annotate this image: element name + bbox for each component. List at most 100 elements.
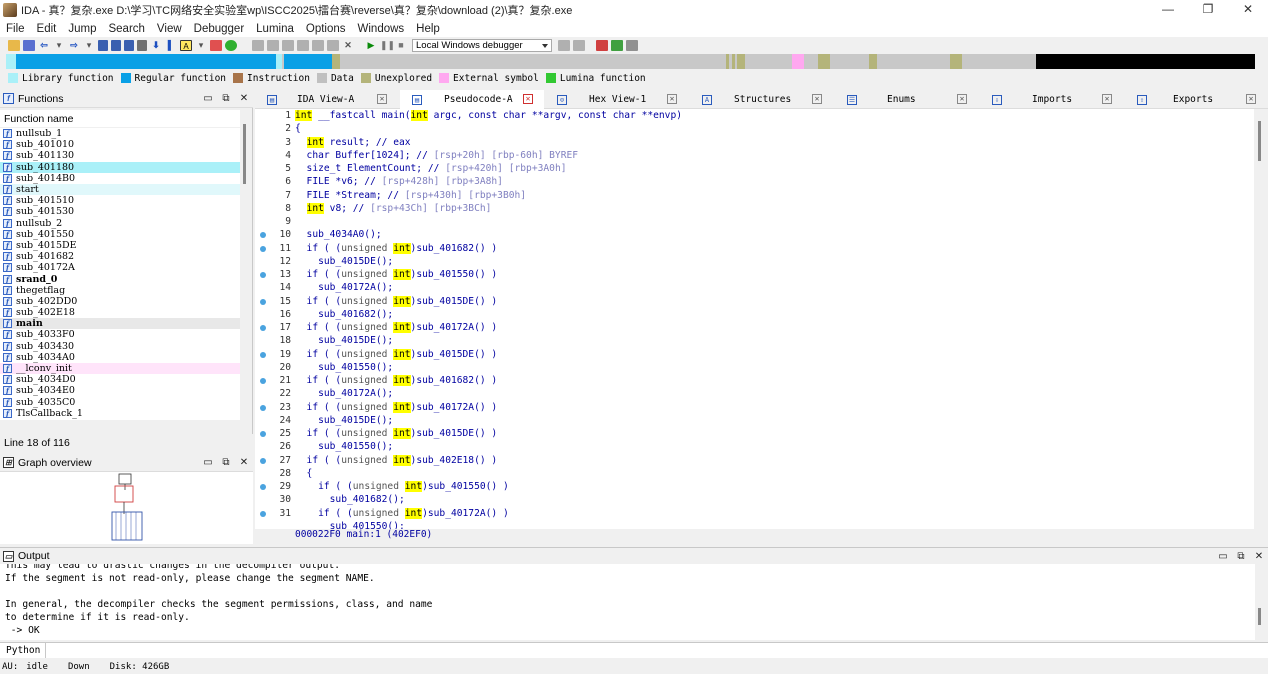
menu-lumina[interactable]: Lumina xyxy=(256,23,294,35)
dropdown-icon[interactable]: ▾ xyxy=(195,40,207,51)
tab-close-icon[interactable]: ✕ xyxy=(523,94,533,104)
panel-close-icon[interactable]: ✕ xyxy=(239,93,249,104)
code-line[interactable]: 30 sub_401682(); xyxy=(255,493,1254,506)
jump-down-icon[interactable]: ⬇ xyxy=(150,40,162,51)
function-list-item[interactable]: f main xyxy=(0,318,240,330)
code-line[interactable]: 31 if ( (unsigned int)sub_40172A() ) xyxy=(255,507,1254,520)
breakpoint-dot-icon[interactable] xyxy=(260,245,266,252)
pseudocode-view[interactable]: 1 int __fastcall main(int argc, const cha… xyxy=(255,109,1254,529)
dropdown-icon[interactable]: ▾ xyxy=(83,40,95,51)
breakpoint-dot-icon[interactable] xyxy=(260,325,266,331)
code-line[interactable]: 5 size_t ElementCount; // [rsp+420h] [rb… xyxy=(255,162,1254,175)
breakpoint-dot-icon[interactable] xyxy=(260,378,266,384)
code-line[interactable]: 29 if ( (unsigned int)sub_401550() ) xyxy=(255,480,1254,493)
close-icon[interactable]: ✕ xyxy=(1228,0,1268,20)
menu-search[interactable]: Search xyxy=(108,23,144,35)
start-debug-icon[interactable]: ▶ xyxy=(365,40,377,51)
forward-arrow-icon[interactable]: ⇨ xyxy=(68,40,80,51)
panel-close-icon[interactable]: ✕ xyxy=(1254,551,1264,562)
breakpoint-dot-icon[interactable] xyxy=(260,457,266,464)
function-list-item[interactable]: f sub_402DD0 xyxy=(0,296,240,307)
function-list-item[interactable]: f thegetflag xyxy=(0,285,240,296)
tab-structures[interactable]: A Structures ✕ xyxy=(690,90,834,109)
enum-icon[interactable] xyxy=(297,39,309,51)
breakpoint-dot-icon[interactable] xyxy=(260,232,266,239)
tab-close-icon[interactable]: ✕ xyxy=(957,94,967,104)
dropdown-icon[interactable]: ▾ xyxy=(53,40,65,51)
function-list-item[interactable]: f __lconv_init xyxy=(0,362,240,375)
function-list-item[interactable]: f sub_401180 xyxy=(0,161,240,173)
function-list-item[interactable]: f sub_403430 xyxy=(0,341,240,352)
code-line[interactable]: 12 sub_4015DE(); xyxy=(255,255,1254,268)
breakpoint-dot-icon[interactable] xyxy=(260,272,266,278)
tab-exports[interactable]: ⇧ Exports ✕ xyxy=(1125,90,1268,109)
struct-icon[interactable] xyxy=(282,39,294,51)
function-list-scrollbar[interactable] xyxy=(243,124,246,184)
function-list-item[interactable]: f TlsCallback_1 xyxy=(0,408,240,419)
image-icon[interactable] xyxy=(210,39,222,51)
code-line[interactable]: sub_401550(); xyxy=(255,520,1254,529)
menu-options[interactable]: Options xyxy=(306,23,346,35)
panel-maximize-icon[interactable]: ▭ xyxy=(203,457,213,468)
stop-icon[interactable]: ■ xyxy=(395,40,407,51)
breakpoint-dot-icon[interactable] xyxy=(260,298,266,305)
code-line[interactable]: 9 xyxy=(255,215,1254,228)
code-line[interactable]: 16 sub_401682(); xyxy=(255,308,1254,321)
tab-hex-view-1[interactable]: ⊙ Hex View-1 ✕ xyxy=(545,90,689,109)
code-line[interactable]: 2{ xyxy=(255,122,1254,135)
panel-float-icon[interactable]: ⧉ xyxy=(1236,551,1246,562)
function-list-item[interactable]: f sub_402E18 xyxy=(0,307,240,318)
tab-close-icon[interactable]: ✕ xyxy=(377,94,387,104)
code-line[interactable]: 11 if ( (unsigned int)sub_401682() ) xyxy=(255,242,1254,255)
tab-close-icon[interactable]: ✕ xyxy=(667,94,677,104)
save-icon[interactable] xyxy=(23,39,35,51)
text-mode-icon[interactable]: A xyxy=(180,39,192,51)
search-binary-icon[interactable] xyxy=(124,39,134,51)
function-list-item[interactable]: f sub_401682 xyxy=(0,251,240,262)
function-list-item[interactable]: f nullsub_1 xyxy=(0,128,240,139)
code-line[interactable]: 15 if ( (unsigned int)sub_4015DE() ) xyxy=(255,295,1254,308)
function-list-item[interactable]: f sub_4035C0 xyxy=(0,397,240,408)
function-list-item[interactable]: f sub_4033F0 xyxy=(0,329,240,340)
tab-ida-view-a[interactable]: ▤ IDA View-A ✕ xyxy=(255,90,399,109)
code-line[interactable]: 23 if ( (unsigned int)sub_40172A() ) xyxy=(255,401,1254,414)
breakpoint-dot-icon[interactable] xyxy=(260,431,266,437)
restore-icon[interactable]: ❐ xyxy=(1188,0,1228,20)
function-list-item[interactable]: f sub_401510 xyxy=(0,195,240,206)
menu-file[interactable]: File xyxy=(6,23,25,35)
code-line[interactable]: 14 sub_40172A(); xyxy=(255,281,1254,294)
back-arrow-icon[interactable]: ⇦ xyxy=(38,40,50,51)
menu-help[interactable]: Help xyxy=(416,23,440,35)
tab-close-icon[interactable]: ✕ xyxy=(1102,94,1112,104)
graph-overview-canvas[interactable] xyxy=(0,472,253,544)
plugin-icon[interactable] xyxy=(611,39,623,51)
code-line[interactable]: 10 sub_4034A0(); xyxy=(255,228,1254,241)
segment-icon[interactable] xyxy=(267,39,279,51)
output-text[interactable]: This may lead to drastic changes in the … xyxy=(0,564,1255,640)
delete-icon[interactable]: ✕ xyxy=(342,40,354,51)
menu-edit[interactable]: Edit xyxy=(37,23,57,35)
output-scrollbar[interactable] xyxy=(1258,608,1261,625)
tab-pseudocode-a[interactable]: ▤ Pseudocode-A ✕ xyxy=(400,90,544,109)
stack-icon[interactable]: ▌ xyxy=(165,40,177,51)
code-line[interactable]: 21 if ( (unsigned int)sub_401682() ) xyxy=(255,374,1254,387)
breakpoint-dot-icon[interactable] xyxy=(260,404,266,411)
code-line[interactable]: 26 sub_401550(); xyxy=(255,440,1254,453)
tab-enums[interactable]: ☰ Enums ✕ xyxy=(835,90,979,109)
function-list-item[interactable]: f sub_4015DE xyxy=(0,240,240,251)
debugger-select[interactable]: Local Windows debugger xyxy=(412,38,552,52)
search-text-icon[interactable] xyxy=(111,39,121,51)
function-list[interactable]: Function name f nullsub_1 f sub_401010 f sub_… xyxy=(0,110,240,420)
code-line[interactable]: 25 if ( (unsigned int)sub_4015DE() ) xyxy=(255,427,1254,440)
navigation-band[interactable] xyxy=(6,54,1255,69)
panel-maximize-icon[interactable]: ▭ xyxy=(203,93,213,104)
function-list-item[interactable]: f start xyxy=(0,183,240,196)
python-input[interactable] xyxy=(46,643,1268,658)
panel-float-icon[interactable]: ⧉ xyxy=(221,93,231,104)
code-line[interactable]: 18 sub_4015DE(); xyxy=(255,334,1254,347)
function-list-item[interactable]: f sub_401550 xyxy=(0,229,240,240)
tab-close-icon[interactable]: ✕ xyxy=(812,94,822,104)
code-line[interactable]: 4 char Buffer[1024]; // [rsp+20h] [rbp-6… xyxy=(255,149,1254,162)
function-list-item[interactable]: f sub_4034E0 xyxy=(0,385,240,396)
code-line[interactable]: 6 FILE *v6; // [rsp+428h] [rbp+3A8h] xyxy=(255,175,1254,188)
